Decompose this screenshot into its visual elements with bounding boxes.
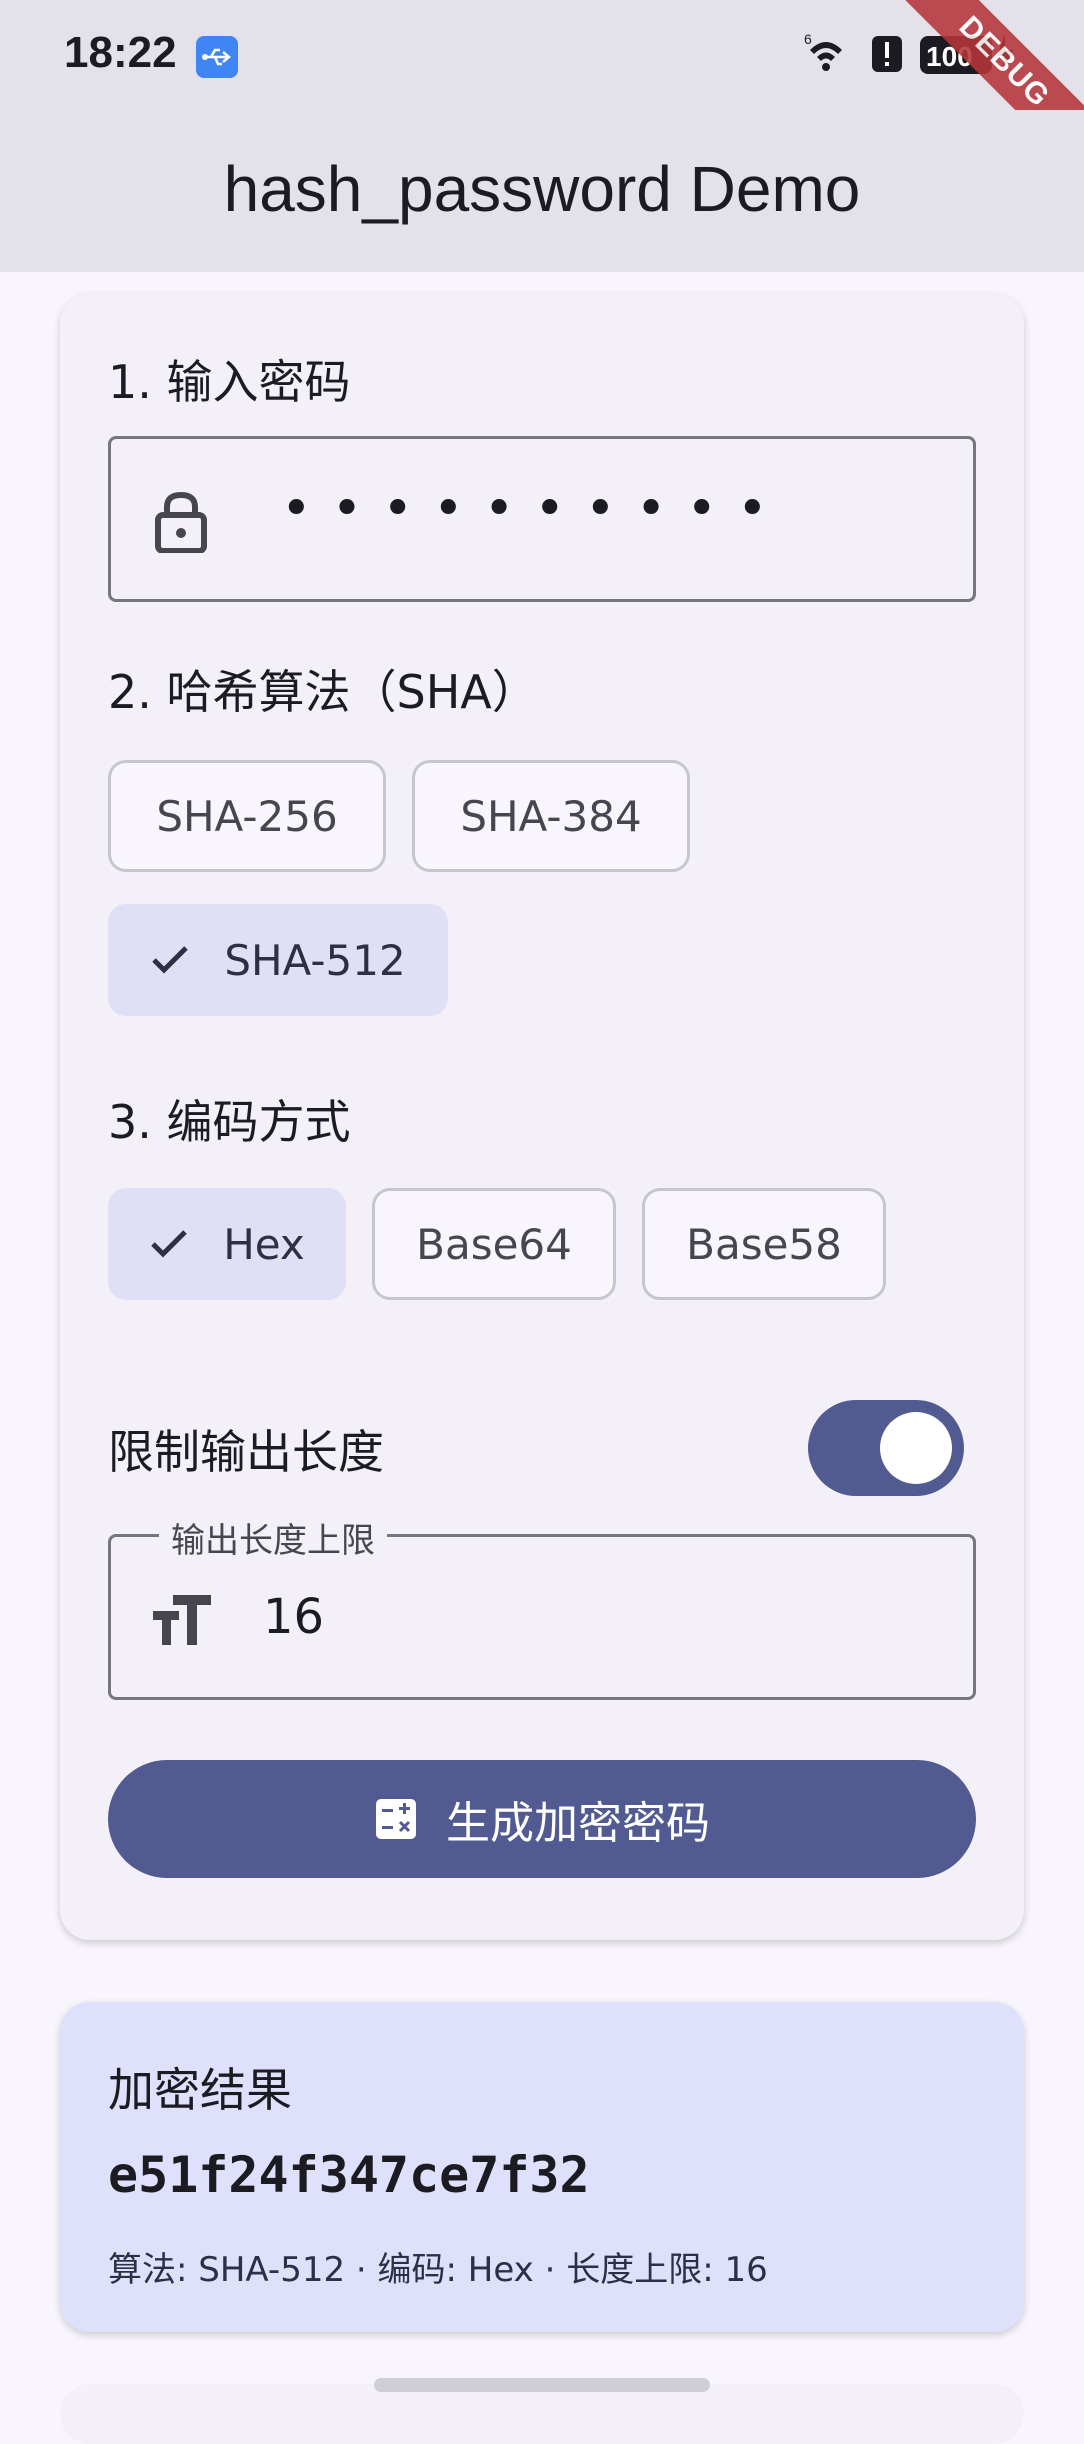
usb-icon — [196, 36, 238, 78]
chip-base64[interactable]: Base64 — [372, 1188, 616, 1300]
status-bar: 18:22 6 100 DEBUG — [0, 0, 1084, 187]
chip-sha-384[interactable]: SHA-384 — [412, 760, 690, 872]
chip-label: Base64 — [416, 1219, 572, 1269]
chip-sha-256[interactable]: SHA-256 — [108, 760, 386, 872]
result-card: 加密结果 e51f24f347ce7f32 算法: SHA-512 · 编码: … — [60, 2002, 1024, 2332]
max-length-field[interactable]: 输出长度上限 16 — [108, 1513, 976, 1700]
status-time: 18:22 — [64, 28, 177, 77]
check-icon — [151, 1230, 187, 1258]
password-field[interactable]: •••••••••• — [108, 436, 976, 602]
lock-icon — [155, 491, 207, 553]
chip-label: SHA-512 — [224, 935, 406, 985]
switch-knob — [880, 1412, 952, 1484]
chip-base58[interactable]: Base58 — [642, 1188, 886, 1300]
algorithm-section-label: 2. 哈希算法（SHA） — [108, 665, 538, 719]
chip-label: Base58 — [686, 1219, 842, 1269]
alert-icon — [872, 36, 902, 72]
next-card — [60, 2384, 1024, 2444]
chip-label: SHA-256 — [156, 791, 338, 841]
chip-hex[interactable]: Hex — [108, 1188, 346, 1300]
chip-label: Hex — [223, 1219, 305, 1269]
check-icon — [152, 946, 189, 974]
result-hash: e51f24f347ce7f32 — [108, 2146, 590, 2204]
result-meta: 算法: SHA-512 · 编码: Hex · 长度上限: 16 — [108, 2250, 768, 2290]
generate-button-label: 生成加密密码 — [446, 1798, 710, 1849]
limit-length-label: 限制输出长度 — [108, 1425, 384, 1479]
result-title: 加密结果 — [108, 2063, 292, 2117]
max-length-field-label: 输出长度上限 — [159, 1513, 387, 1562]
svg-text:6: 6 — [804, 31, 812, 47]
app-title: hash_password Demo — [223, 153, 861, 225]
calculate-icon — [376, 1799, 416, 1839]
chip-sha-512[interactable]: SHA-512 — [108, 904, 448, 1016]
wifi-icon: 6 — [804, 31, 842, 71]
max-length-value: 16 — [263, 1589, 325, 1645]
settings-card: 1. 输入密码 •••••••••• 2. 哈希算法（SHA） SHA-256 … — [60, 294, 1024, 1940]
encoding-section-label: 3. 编码方式 — [108, 1095, 351, 1149]
home-indicator[interactable] — [374, 2378, 710, 2392]
generate-button[interactable]: 生成加密密码 — [108, 1760, 976, 1878]
password-section-label: 1. 输入密码 — [108, 355, 351, 409]
app-bar: hash_password Demo — [0, 110, 1084, 272]
chip-label: SHA-384 — [460, 791, 642, 841]
text-size-icon — [153, 1595, 211, 1645]
password-mask: •••••••••• — [281, 479, 788, 539]
limit-length-switch[interactable] — [808, 1400, 964, 1496]
